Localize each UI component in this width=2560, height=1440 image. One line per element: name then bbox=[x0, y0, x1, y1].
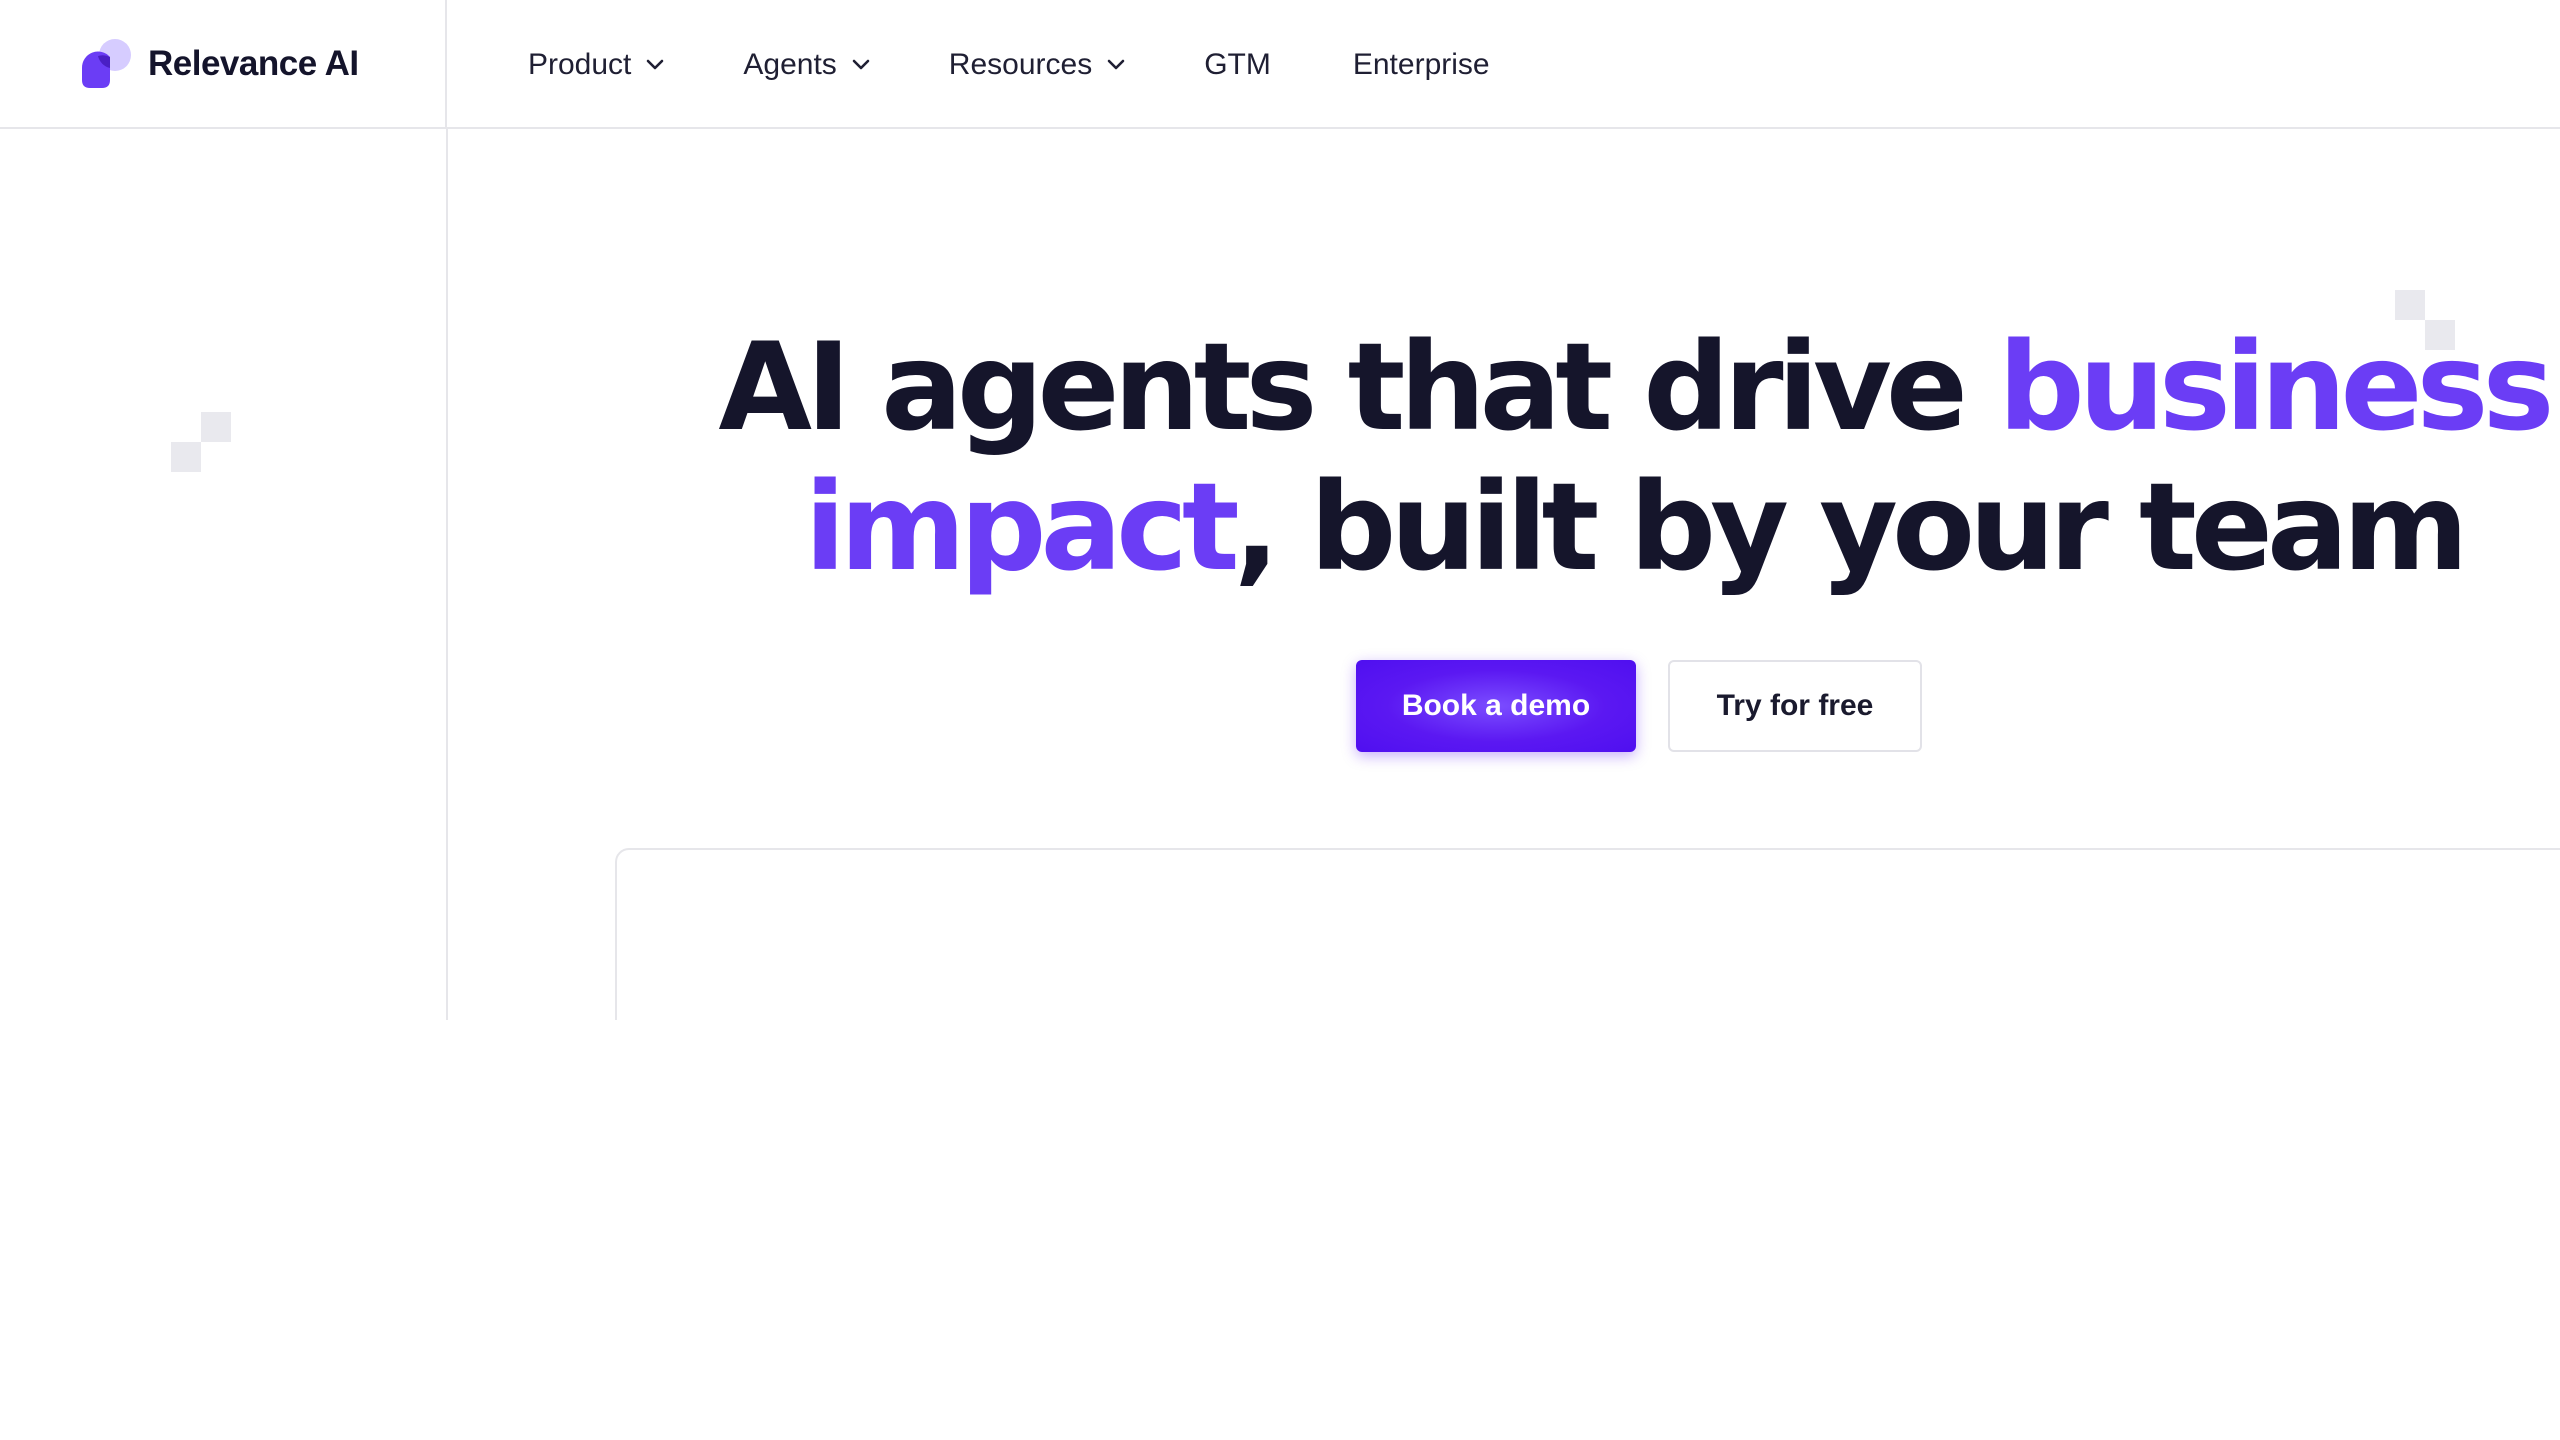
nav-gtm-label: GTM bbox=[1204, 47, 1271, 81]
nav-resources-label: Resources bbox=[948, 47, 1093, 81]
nav-agents[interactable]: Agents bbox=[743, 48, 870, 82]
pixel-decoration bbox=[171, 442, 201, 472]
nav-enterprise[interactable]: Enterprise bbox=[1353, 48, 1490, 82]
chevron-down-icon bbox=[647, 59, 664, 69]
headline-accent-business: business bbox=[1998, 317, 2555, 458]
site-header: Relevance AI Product Agents Resources GT… bbox=[0, 0, 2560, 129]
headline-line1-text: AI agents that drive bbox=[718, 317, 1999, 458]
nav-product[interactable]: Product bbox=[528, 48, 665, 82]
nav-enterprise-label: Enterprise bbox=[1352, 47, 1490, 81]
nav-agents-label: Agents bbox=[743, 47, 837, 81]
relevance-logo-icon bbox=[81, 39, 131, 88]
try-free-button[interactable]: Try for free bbox=[1668, 660, 1922, 752]
blank-lower-area bbox=[0, 1020, 2560, 1440]
headline-line-1: AI agents that drive business bbox=[600, 318, 2560, 458]
hero-cta-row: Book a demo Try for free bbox=[1356, 660, 1922, 752]
hero-headline: AI agents that drive business impact, bu… bbox=[600, 318, 2560, 598]
headline-line2-text: , built by your team bbox=[1233, 457, 2469, 598]
page: Relevance AI Product Agents Resources GT… bbox=[0, 0, 2560, 1440]
nav-gtm[interactable]: GTM bbox=[1204, 48, 1271, 82]
chevron-down-icon bbox=[1107, 59, 1125, 69]
main-nav: Product Agents Resources GTM Enterprise bbox=[528, 0, 1572, 129]
left-divider bbox=[446, 129, 448, 1020]
nav-product-label: Product bbox=[528, 47, 632, 81]
book-demo-button[interactable]: Book a demo bbox=[1356, 660, 1636, 752]
nav-resources[interactable]: Resources bbox=[949, 48, 1126, 82]
chevron-down-icon bbox=[852, 59, 870, 69]
pixel-decoration bbox=[201, 412, 231, 442]
logo-cell: Relevance AI bbox=[0, 0, 447, 129]
pixel-decoration bbox=[2395, 290, 2425, 320]
headline-accent-impact: impact bbox=[804, 457, 1239, 598]
brand-logo-link[interactable]: Relevance AI bbox=[80, 38, 359, 90]
brand-name: Relevance AI bbox=[148, 44, 359, 83]
headline-line-2: impact, built by your team bbox=[600, 458, 2560, 598]
